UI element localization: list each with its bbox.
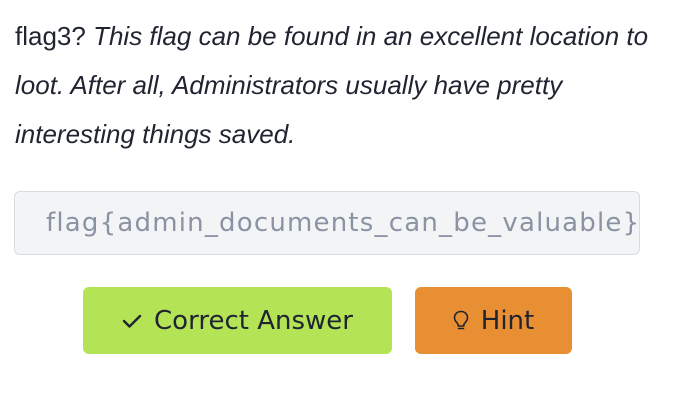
correct-answer-label: Correct Answer bbox=[154, 305, 353, 336]
check-icon bbox=[122, 313, 142, 329]
lightbulb-icon bbox=[453, 310, 469, 332]
question-description: This flag can be found in an excellent l… bbox=[15, 21, 649, 149]
hint-label: Hint bbox=[480, 305, 535, 336]
correct-answer-button[interactable]: Correct Answer bbox=[83, 287, 392, 354]
answer-field-container bbox=[14, 191, 640, 255]
question-text: flag3? This flag can be found in an exce… bbox=[15, 12, 655, 159]
hint-button[interactable]: Hint bbox=[415, 287, 572, 354]
question-label: flag3? bbox=[15, 21, 86, 51]
answer-input[interactable] bbox=[15, 192, 639, 254]
